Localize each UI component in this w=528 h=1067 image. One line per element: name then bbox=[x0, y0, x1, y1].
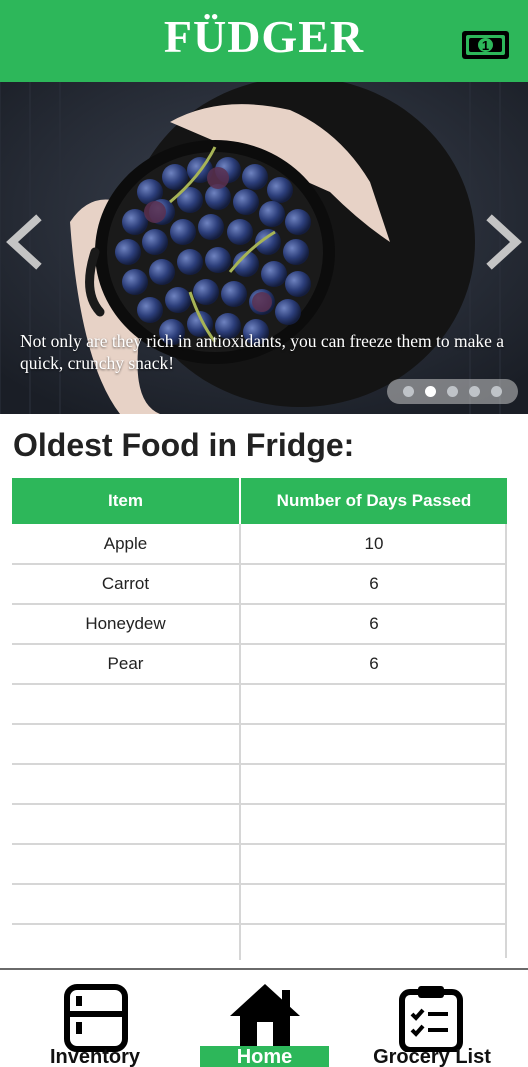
carousel-dot-2[interactable] bbox=[425, 386, 436, 397]
table-row: Pear 6 bbox=[12, 644, 507, 685]
table-row bbox=[12, 844, 507, 885]
app-header: FÜDGER 1 bbox=[0, 0, 528, 82]
cell-days bbox=[240, 804, 507, 845]
cell-days bbox=[240, 924, 507, 960]
cell-item: Carrot bbox=[12, 564, 241, 605]
table-row bbox=[12, 804, 507, 845]
nav-label-grocery-list: Grocery List bbox=[373, 1046, 491, 1067]
cell-days: 6 bbox=[240, 604, 507, 645]
cell-days bbox=[240, 724, 507, 765]
column-header-days: Number of Days Passed bbox=[240, 478, 507, 524]
carousel-dot-3[interactable] bbox=[447, 386, 458, 397]
cell-item bbox=[12, 684, 241, 725]
chevron-right-icon[interactable] bbox=[482, 214, 526, 270]
dollar-bill-icon[interactable]: 1 bbox=[461, 29, 511, 61]
cell-days bbox=[240, 844, 507, 885]
cell-days bbox=[240, 884, 507, 925]
carousel-caption: Not only are they rich in antioxidants, … bbox=[20, 331, 504, 373]
nav-label-home: Home bbox=[236, 1046, 293, 1067]
home-icon bbox=[228, 982, 302, 1053]
cell-days bbox=[240, 764, 507, 805]
svg-text:1: 1 bbox=[482, 38, 489, 53]
carousel-dot-5[interactable] bbox=[491, 386, 502, 397]
cell-item bbox=[12, 844, 241, 885]
oldest-food-heading: Oldest Food in Fridge: bbox=[13, 427, 355, 463]
cell-item: Honeydew bbox=[12, 604, 241, 645]
carousel-dot-1[interactable] bbox=[403, 386, 414, 397]
carousel-dot-4[interactable] bbox=[469, 386, 480, 397]
cell-item bbox=[12, 884, 241, 925]
cell-item: Apple bbox=[12, 524, 241, 565]
cell-item bbox=[12, 804, 241, 845]
column-header-item: Item bbox=[12, 478, 241, 524]
table-row: Apple 10 bbox=[12, 524, 507, 565]
cell-item bbox=[12, 724, 241, 765]
cell-item: Pear bbox=[12, 644, 241, 685]
table-header-row: Item Number of Days Passed bbox=[12, 478, 507, 524]
nav-label-inventory: Inventory bbox=[49, 1046, 141, 1067]
table-row: Honeydew 6 bbox=[12, 604, 507, 645]
cell-days: 6 bbox=[240, 644, 507, 685]
table-row bbox=[12, 924, 507, 960]
table-row bbox=[12, 764, 507, 805]
table-row bbox=[12, 684, 507, 725]
cell-item bbox=[12, 924, 241, 960]
table-row bbox=[12, 884, 507, 925]
cell-days bbox=[240, 684, 507, 725]
cell-days: 10 bbox=[240, 524, 507, 565]
bottom-navigation: Inventory Home Grocery List bbox=[0, 968, 528, 1067]
table-row: Carrot 6 bbox=[12, 564, 507, 605]
cell-item bbox=[12, 764, 241, 805]
tips-carousel: Not only are they rich in antioxidants, … bbox=[0, 82, 528, 414]
carousel-indicators bbox=[387, 379, 518, 404]
table-row bbox=[12, 724, 507, 765]
chevron-left-icon[interactable] bbox=[2, 214, 46, 270]
nav-home[interactable]: Home bbox=[200, 970, 329, 1067]
cell-days: 6 bbox=[240, 564, 507, 605]
nav-inventory[interactable]: Inventory bbox=[20, 970, 170, 1067]
oldest-food-table: Item Number of Days Passed Apple 10 Carr… bbox=[12, 478, 507, 960]
nav-grocery-list[interactable]: Grocery List bbox=[356, 970, 508, 1067]
app-title: FÜDGER bbox=[163, 11, 365, 62]
